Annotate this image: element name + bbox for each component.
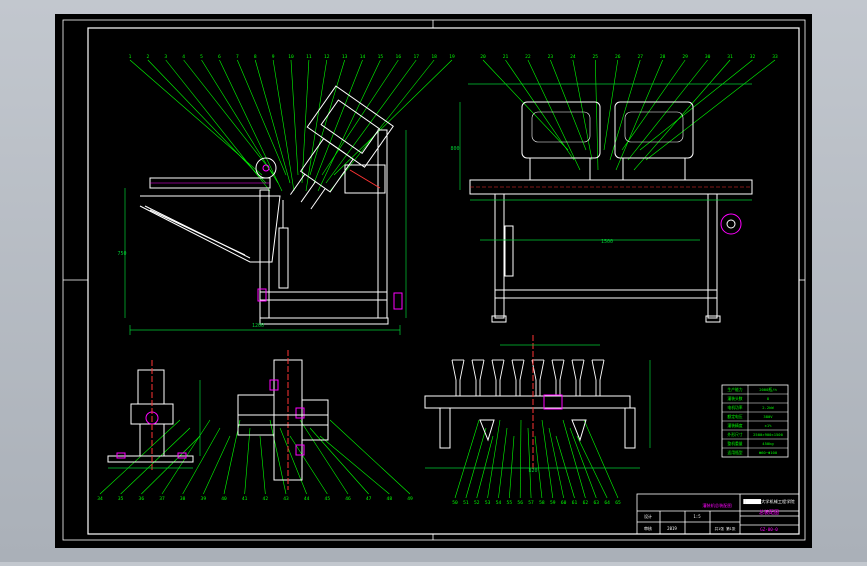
balloon-number: 50 — [452, 500, 458, 506]
balloon-number: 10 — [288, 54, 294, 60]
spec-label: 整机重量 — [727, 441, 742, 446]
spec-label: 电机功率 — [727, 405, 742, 410]
balloon-number: 40 — [221, 496, 227, 502]
balloon-number: 48 — [387, 496, 393, 502]
title-school: ███████大学机械工程学院 — [742, 498, 795, 505]
balloon-number: 37 — [159, 496, 165, 502]
spec-value: 2.2kW — [762, 405, 774, 410]
magenta-label: 灌装机总装配图 — [702, 502, 731, 509]
cad-viewport[interactable]: 1 2 3 4 5 6 7 8 9 10 11 12 13 14 15 16 17 18 19 20 21 22 23 24 2… — [0, 0, 867, 562]
balloon-number: 42 — [263, 496, 269, 502]
spec-value: 2000瓶/h — [759, 387, 777, 392]
balloon-number: 53 — [485, 500, 491, 506]
balloon-number: 32 — [750, 54, 756, 60]
spec-label: 外形尺寸 — [727, 432, 742, 437]
title-date: 2019 — [667, 526, 677, 531]
spec-value: ±1% — [765, 423, 773, 428]
spec-value: 450kg — [762, 441, 773, 446]
balloon-number: 64 — [604, 500, 610, 506]
balloon-number: 4 — [182, 54, 185, 60]
balloon-number: 46 — [345, 496, 351, 502]
balloon-number: 23 — [548, 54, 554, 60]
balloon-number: 25 — [593, 54, 599, 60]
dim-detail-width: 820 — [528, 468, 537, 474]
balloon-number: 44 — [304, 496, 310, 502]
balloon-number: 9 — [272, 54, 275, 60]
balloon-number: 28 — [660, 54, 666, 60]
spec-value: 2500×900×1500 — [753, 432, 783, 437]
spec-label: 额定电压 — [727, 414, 742, 419]
balloon-number: 51 — [463, 500, 469, 506]
spec-label: 灌装精度 — [727, 423, 742, 428]
balloon-number: 58 — [539, 500, 545, 506]
balloon-number: 61 — [572, 500, 578, 506]
balloon-number: 45 — [325, 496, 331, 502]
balloon-number: 65 — [615, 500, 621, 506]
title-sheets: 共1张 第1张 — [715, 526, 736, 531]
balloon-number: 7 — [236, 54, 239, 60]
balloon-number: 55 — [507, 500, 513, 506]
balloon-number: 27 — [637, 54, 643, 60]
balloon-number: 11 — [306, 54, 312, 60]
balloon-number: 39 — [201, 496, 207, 502]
dim-side-width: 1500 — [601, 239, 613, 245]
balloon-number: 35 — [118, 496, 124, 502]
balloon-number: 33 — [772, 54, 778, 60]
balloon-number: 5 — [200, 54, 203, 60]
balloon-number: 63 — [593, 500, 599, 506]
balloon-number: 8 — [254, 54, 257, 60]
balloon-number: 59 — [550, 500, 556, 506]
balloon-number: 41 — [242, 496, 248, 502]
balloon-number: 17 — [413, 54, 419, 60]
balloon-number: 22 — [525, 54, 531, 60]
balloon-number: 38 — [180, 496, 186, 502]
balloon-number: 19 — [449, 54, 455, 60]
balloon-number: 47 — [366, 496, 372, 502]
balloon-number: 34 — [97, 496, 103, 502]
spec-label: 适用瓶型 — [727, 450, 742, 455]
balloon-number: 57 — [528, 500, 534, 506]
balloon-number: 56 — [517, 500, 523, 506]
balloon-number: 29 — [682, 54, 688, 60]
balloon-number: 13 — [342, 54, 348, 60]
balloon-number: 24 — [570, 54, 576, 60]
dim-front-width: 1200 — [252, 323, 264, 329]
balloon-number: 54 — [496, 500, 502, 506]
spec-value: 380V — [763, 414, 773, 419]
balloon-number: 43 — [283, 496, 289, 502]
balloon-number: 3 — [164, 54, 167, 60]
balloon-number: 20 — [480, 54, 486, 60]
balloon-number: 1 — [129, 54, 132, 60]
balloon-number: 62 — [583, 500, 589, 506]
title-checker: 审核 — [644, 525, 652, 531]
title-drawing-no: GZ-00-0 — [760, 527, 778, 532]
balloon-number: 49 — [407, 496, 413, 502]
balloon-number: 18 — [431, 54, 437, 60]
title-drawing-name: 总装配图 — [759, 509, 779, 516]
assembly-drawing: 1 2 3 4 5 6 7 8 9 10 11 12 13 14 15 16 17 18 19 20 21 22 23 24 2… — [55, 14, 812, 548]
spec-label: 灌装头数 — [727, 396, 742, 401]
spec-label: 生产能力 — [727, 387, 742, 392]
balloon-number: 6 — [218, 54, 221, 60]
balloon-number: 52 — [474, 500, 480, 506]
balloon-number: 2 — [146, 54, 149, 60]
balloon-number: 30 — [705, 54, 711, 60]
dim-side-height: 800 — [450, 146, 459, 152]
balloon-number: 14 — [360, 54, 366, 60]
balloon-number: 16 — [396, 54, 402, 60]
balloon-number: 12 — [324, 54, 330, 60]
balloon-number: 36 — [139, 496, 145, 502]
dim-front-height: 750 — [117, 251, 126, 257]
balloon-number: 21 — [503, 54, 509, 60]
balloon-number: 26 — [615, 54, 621, 60]
balloon-number: 60 — [561, 500, 567, 506]
title-designer: 设计 — [644, 513, 652, 519]
balloon-number: 15 — [378, 54, 384, 60]
title-scale: 1:5 — [693, 514, 701, 519]
balloon-number: 31 — [727, 54, 733, 60]
spec-value: Φ60~Φ100 — [759, 450, 778, 455]
